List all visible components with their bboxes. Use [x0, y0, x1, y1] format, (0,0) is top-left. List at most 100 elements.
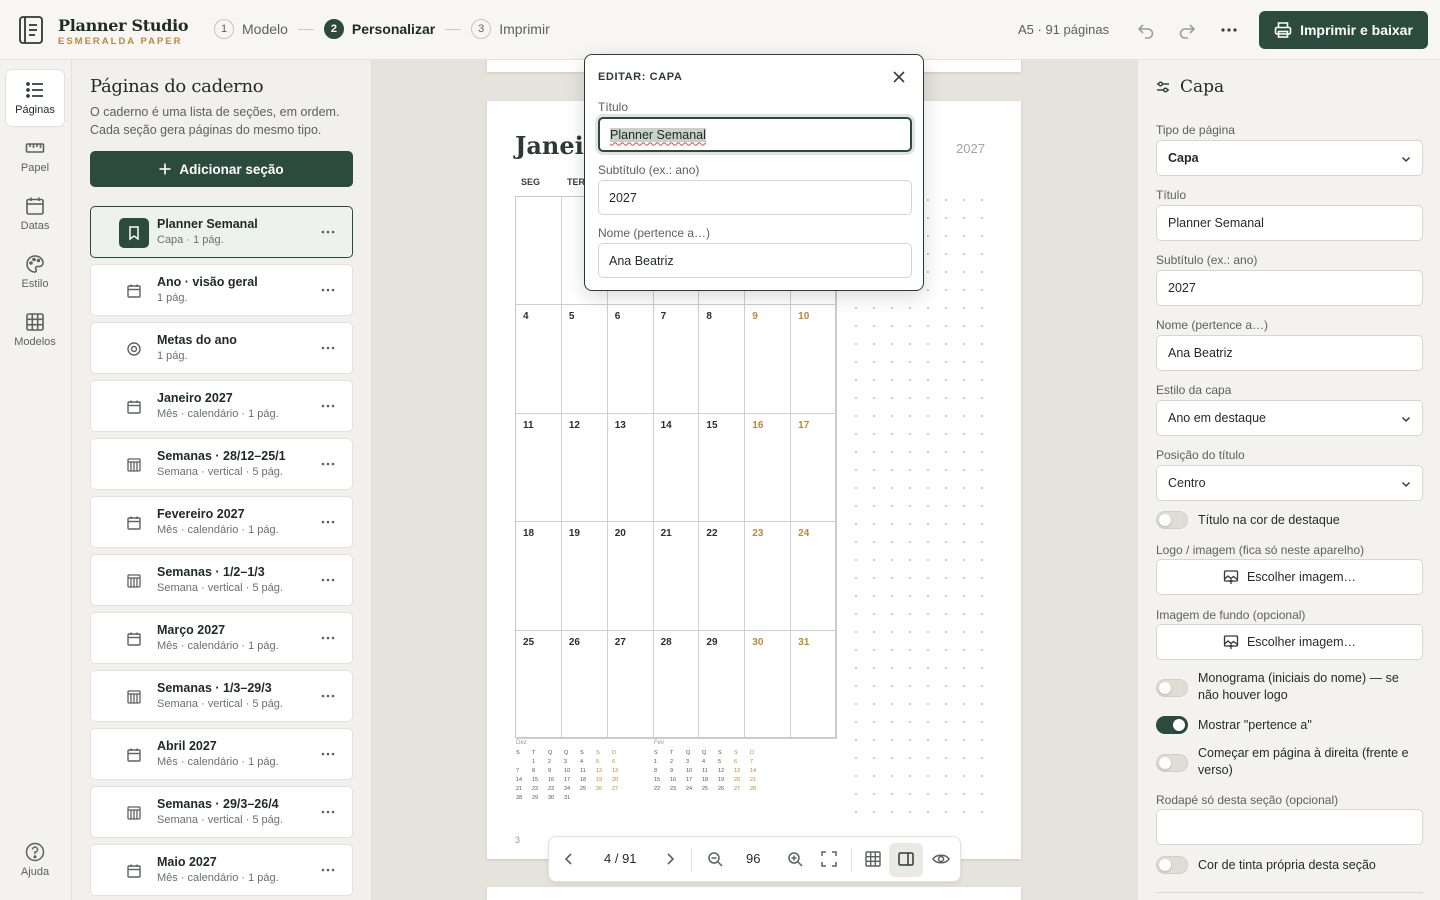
- monogram-toggle[interactable]: [1156, 679, 1188, 697]
- more-options-icon[interactable]: [320, 572, 336, 588]
- ink-color-toggle[interactable]: [1156, 856, 1188, 874]
- more-options-icon[interactable]: [320, 398, 336, 414]
- more-options-icon[interactable]: [320, 456, 336, 472]
- mini-day-number: 29: [532, 795, 539, 801]
- side-panel-icon[interactable]: [896, 849, 916, 869]
- section-item[interactable]: Fevereiro 2027 Mês · calendário · 1 pág.: [90, 496, 353, 548]
- title-input[interactable]: Planner Semanal: [1156, 205, 1423, 241]
- rail-item-estilo[interactable]: Estilo: [6, 244, 64, 300]
- choose-logo-button[interactable]: Escolher imagem…: [1156, 559, 1423, 595]
- more-options-icon[interactable]: [320, 746, 336, 762]
- section-item[interactable]: Março 2027 Mês · calendário · 1 pág.: [90, 612, 353, 664]
- rail-item-papel[interactable]: Papel: [6, 128, 64, 184]
- popover-subtitle-input[interactable]: [598, 180, 912, 215]
- mini-weekday-head: S: [718, 750, 722, 756]
- step-divider: [297, 28, 314, 30]
- cover-style-select[interactable]: Ano em destaque: [1156, 400, 1423, 436]
- section-item[interactable]: Ano · visão geral 1 pág.: [90, 264, 353, 316]
- mini-day-number: 4: [702, 759, 706, 765]
- preview-toolbar: 4 / 91 96: [548, 836, 961, 882]
- page-type-select[interactable]: Capa: [1156, 140, 1423, 176]
- mini-day-number: 25: [702, 786, 709, 792]
- mini-day-number: 2: [548, 759, 552, 765]
- week-icon: [119, 566, 149, 596]
- rail-item-modelos[interactable]: Modelos: [6, 302, 64, 358]
- rail-item-datas[interactable]: Datas: [6, 186, 64, 242]
- calendar-day-number: 17: [798, 419, 810, 431]
- popover-name-input[interactable]: [598, 243, 912, 278]
- step-imprimir[interactable]: 3 Imprimir: [471, 19, 550, 39]
- undo-icon[interactable]: [1136, 20, 1156, 40]
- fit-screen-icon[interactable]: [819, 849, 839, 869]
- section-title: Março 2027: [157, 623, 226, 637]
- mini-calendar-label: Fev: [654, 740, 665, 746]
- mini-day-number: 5: [718, 759, 722, 765]
- section-item[interactable]: Abril 2027 Mês · calendário · 1 pág.: [90, 728, 353, 780]
- grid-view-icon[interactable]: [863, 849, 883, 869]
- prev-page-icon[interactable]: [559, 849, 579, 869]
- section-item[interactable]: Metas do ano 1 pág.: [90, 322, 353, 374]
- mini-day-number: 12: [596, 768, 603, 774]
- more-options-icon[interactable]: [320, 630, 336, 646]
- rail-item-ajuda[interactable]: Ajuda: [6, 832, 64, 888]
- section-item[interactable]: Maio 2027 Mês · calendário · 1 pág.: [90, 844, 353, 896]
- right-page-toggle[interactable]: [1156, 754, 1188, 772]
- popover-title-input[interactable]: Planner Semanal: [598, 117, 912, 152]
- next-page-icon[interactable]: [660, 849, 680, 869]
- more-options-icon[interactable]: [320, 688, 336, 704]
- eye-icon[interactable]: [931, 849, 951, 869]
- mini-day-number: 13: [612, 768, 619, 774]
- name-input[interactable]: Ana Beatriz: [1156, 335, 1423, 371]
- more-options-icon[interactable]: [320, 804, 336, 820]
- choose-background-button[interactable]: Escolher imagem…: [1156, 624, 1423, 660]
- section-item[interactable]: Semanas · 28/12–25/1 Semana · vertical · …: [90, 438, 353, 490]
- sidebar-title: Páginas do caderno: [90, 76, 264, 97]
- mini-day-number: 7: [750, 759, 754, 765]
- mini-day-number: [580, 795, 596, 801]
- print-download-button[interactable]: Imprimir e baixar: [1259, 11, 1428, 49]
- step-modelo[interactable]: 1 Modelo: [214, 19, 288, 39]
- calendar-cell: [516, 197, 562, 306]
- zoom-in-icon[interactable]: [785, 849, 805, 869]
- zoom-level[interactable]: 96: [746, 851, 760, 866]
- settings-panel: Capa Tipo de página Capa Título Planner …: [1137, 60, 1440, 900]
- section-subtitle: Semana · vertical · 5 pág.: [157, 814, 283, 826]
- mini-calendar-grid: S T Q Q S S D 1 2 3 4 5 6 7 8 9 10 11 12 13 14 15 16 17 18 19 20 21…: [654, 750, 766, 792]
- rail-item-paginas[interactable]: Páginas: [6, 70, 64, 126]
- add-section-button[interactable]: Adicionar seção: [90, 151, 353, 187]
- section-item[interactable]: Planner Semanal Capa · 1 pág.: [90, 206, 353, 258]
- redo-icon[interactable]: [1177, 20, 1197, 40]
- mini-day-number: 10: [564, 768, 571, 774]
- mini-weekday-head: S: [580, 750, 584, 756]
- footer-input[interactable]: [1156, 809, 1423, 845]
- close-icon[interactable]: [891, 69, 907, 85]
- section-item[interactable]: Semanas · 29/3–26/4 Semana · vertical · 5…: [90, 786, 353, 838]
- accent-title-toggle[interactable]: [1156, 511, 1188, 529]
- mini-day-number: 24: [564, 786, 571, 792]
- step-number: 3: [471, 19, 492, 39]
- section-item[interactable]: Janeiro 2027 Mês · calendário · 1 pág.: [90, 380, 353, 432]
- mini-weekday-head: D: [612, 750, 616, 756]
- belongs-to-toggle[interactable]: [1156, 716, 1188, 734]
- more-options-icon[interactable]: [1219, 20, 1239, 40]
- cover-style-value: Ano em destaque: [1168, 411, 1266, 425]
- toolbar-divider: [691, 849, 692, 871]
- zoom-out-icon[interactable]: [705, 849, 725, 869]
- title-position-select[interactable]: Centro: [1156, 465, 1423, 501]
- calendar-cell: 4: [516, 305, 562, 414]
- subtitle-input[interactable]: 2027: [1156, 270, 1423, 306]
- calendar-cell: 30: [745, 630, 792, 739]
- mini-weekday-head: T: [670, 750, 674, 756]
- section-item[interactable]: Semanas · 1/2–1/3 Semana · vertical · 5 p…: [90, 554, 353, 606]
- calendar-cell: 10: [791, 305, 837, 414]
- more-options-icon[interactable]: [320, 862, 336, 878]
- step-personalizar[interactable]: 2 Personalizar: [323, 19, 435, 39]
- more-options-icon[interactable]: [320, 224, 336, 240]
- mini-day-number: 31: [564, 795, 571, 801]
- more-options-icon[interactable]: [320, 514, 336, 530]
- more-options-icon[interactable]: [320, 340, 336, 356]
- chevron-down-icon: [1401, 416, 1411, 423]
- calendar-icon: [119, 508, 149, 538]
- section-item[interactable]: Semanas · 1/3–29/3 Semana · vertical · 5 …: [90, 670, 353, 722]
- more-options-icon[interactable]: [320, 282, 336, 298]
